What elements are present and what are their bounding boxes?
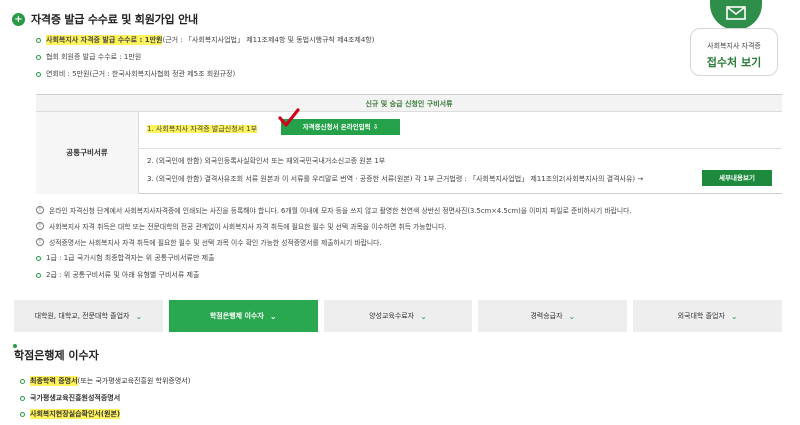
fee-item-membership-card: 협회 회원증 발급 수수료 : 1만원: [36, 52, 141, 62]
bullet-icon: [36, 37, 41, 43]
grade-item-2: 2급 : 위 공통구비서류 및 아래 유형별 구비서류 제출: [36, 270, 199, 280]
bullet-icon: [20, 378, 25, 384]
divider: [139, 148, 782, 149]
chevron-down-icon: ⌄: [420, 311, 427, 321]
bullet-icon: [36, 54, 41, 60]
bullet-icon: [20, 411, 25, 417]
tab-university-graduate[interactable]: 대학원, 대학교, 전문대학 졸업자 ⌄: [14, 300, 169, 332]
info-icon: !: [36, 238, 44, 246]
note-transcript: ! 성적증명서는 사회복지사 자격 취득에 필요한 필수 및 선택 과목 이수 …: [36, 237, 382, 247]
bullet-icon: [36, 71, 41, 77]
chevron-down-icon: ⌄: [568, 311, 576, 321]
category-tabs: 대학원, 대학교, 전문대학 졸업자 ⌄ 학점은행제 이수자 ⌄ 양성교육수료자…: [14, 300, 782, 332]
note-photo: ! 온라인 자격신청 단계에서 사회복지사자격증에 인쇄되는 사진을 등록해야 …: [36, 205, 632, 215]
section-title: 학점은행제 이수자: [14, 349, 99, 362]
chevron-down-icon: ⌄: [730, 311, 738, 321]
docs-line-2: 2. (외국인에 한함) 외국인등록사실확인서 또는 재외국민국내거소신고증 원…: [147, 157, 386, 165]
page-title: + 자격증 발급 수수료 및 회원가입 안내: [12, 11, 198, 27]
mail-icon-badge: [710, 0, 762, 30]
detail-view-button[interactable]: 세부내용보기: [702, 170, 772, 186]
reception-button[interactable]: 사회복지사 자격증 접수처 보기: [690, 28, 778, 76]
tab-foreign-university[interactable]: 외국대학 졸업자 ⌄: [633, 300, 782, 332]
docs-row-label: 공통구비서류: [36, 112, 139, 194]
docs-table-header: 신규 및 승급 신청인 구비서류: [36, 94, 782, 112]
tab-training-course[interactable]: 양성교육수료자 ⌄: [323, 300, 479, 332]
fee-item-annual: 연회비 : 5만원 (근거 : 한국사회복지사협회 정관 제5조 회원규정): [36, 69, 235, 79]
docs-line-3: 3. (외국인에 한함) 결격사유조회 서류 원본과 이 서류를 우리말로 번역…: [147, 175, 644, 183]
tab-credit-bank[interactable]: 학점은행제 이수자 ⌄: [168, 300, 324, 332]
envelope-icon: [726, 6, 746, 20]
fee-item-certificate: 사회복지사 자격증 발급 수수료 : 1만원 (근거 : 「사회복지사업법」 제…: [36, 35, 374, 45]
chevron-down-icon: ⌄: [135, 311, 143, 321]
docs-line-1: 1. 사회복지사 자격증 발급신청서 1부: [147, 125, 258, 133]
tab-career-promotion[interactable]: 경력승급자 ⌄: [478, 300, 634, 332]
section-item-1: 최종학력 증명서 (또는 국가평생교육진흥원 학위증명서): [20, 376, 190, 386]
chevron-down-icon: ⌄: [269, 311, 277, 321]
section-item-3: 사회복지현장실습확인서(원본): [20, 409, 121, 419]
bullet-icon: [36, 255, 41, 261]
note-major: ! 사회복지사 자격 취득은 대학 또는 전문대학의 전공 관계없이 사회복지사…: [36, 221, 446, 231]
info-icon: !: [36, 206, 44, 214]
info-icon: !: [36, 222, 44, 230]
section-item-2: 국가평생교육진흥원성적증명서: [20, 393, 120, 403]
bullet-icon: [20, 395, 25, 401]
plus-circle-icon: +: [12, 12, 25, 26]
bullet-icon: [36, 272, 41, 278]
grade-item-1: 1급 : 1급 국가시험 최종합격자는 위 공통구비서류만 제출: [36, 253, 215, 263]
red-check-icon: [278, 108, 300, 127]
